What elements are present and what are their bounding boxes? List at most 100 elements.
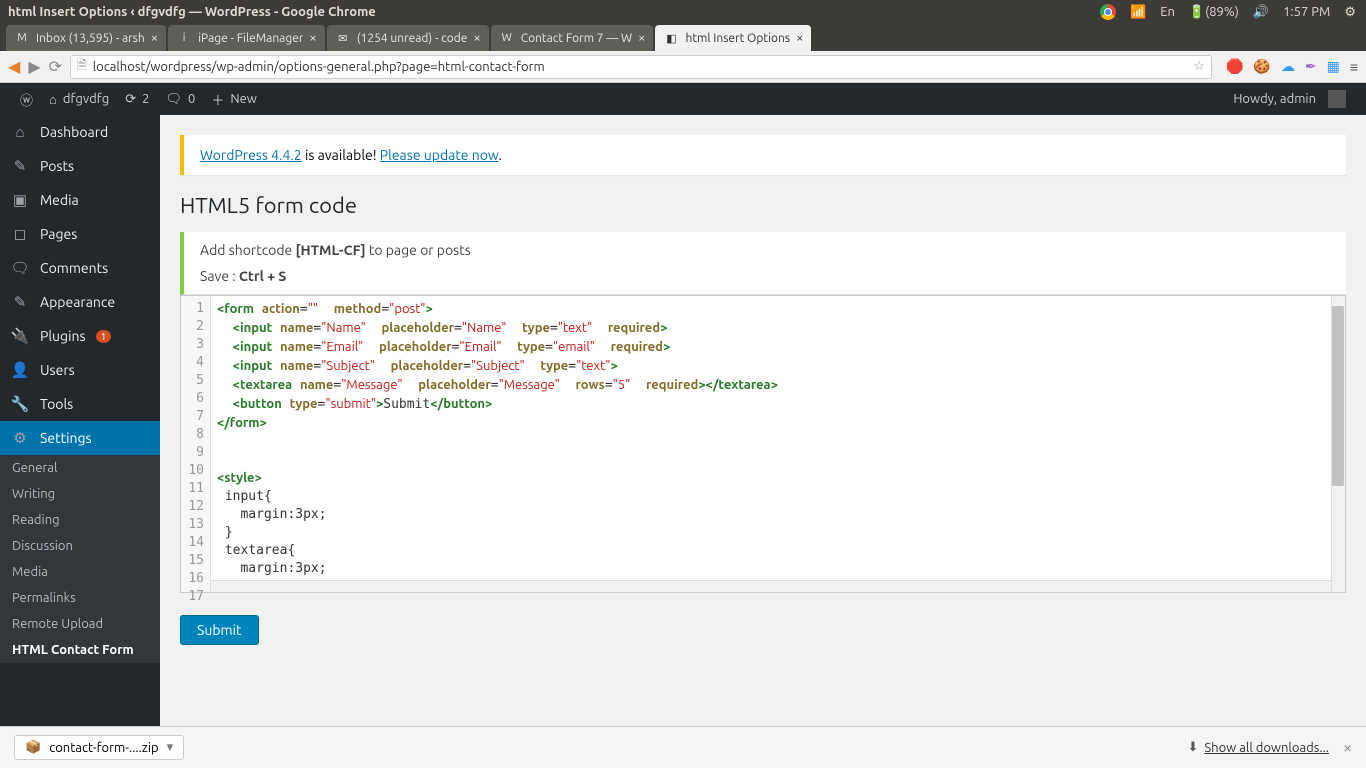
favicon-icon: W [499, 30, 515, 46]
sidebar-item-comments[interactable]: 🗨Comments [0, 251, 160, 285]
gear-icon[interactable]: ⚙ [1344, 0, 1356, 24]
sidebar-item-label: Media [40, 192, 79, 208]
sidebar-item-label: Appearance [40, 294, 115, 310]
chrome-toolbar: ◀ ▶ ⟳ 🗎 localhost/wordpress/wp-admin/opt… [0, 51, 1366, 83]
update-notice: WordPress 4.4.2 is available! Please upd… [180, 135, 1346, 175]
download-filename: contact-form-....zip [49, 741, 158, 755]
submenu-item[interactable]: Reading [0, 507, 160, 533]
tab-label: Contact Form 7 — W [521, 32, 632, 45]
line-gutter: 1 2 3 4 5 6 7 8 9 10 11 12 13 14 15 16 1… [181, 296, 211, 592]
comments-link[interactable]: 🗨 0 [157, 92, 203, 107]
tab-label: iPage - FileManager [198, 32, 303, 45]
zip-icon: 📦 [25, 740, 41, 755]
tab-label: html Insert Options [685, 32, 790, 45]
settings-icon: ⚙ [10, 429, 30, 447]
download-item[interactable]: 📦 contact-form-....zip ▾ [14, 735, 184, 760]
feather-icon[interactable]: ✒ [1305, 58, 1317, 75]
new-content[interactable]: ＋ New [203, 90, 265, 109]
vertical-scrollbar[interactable] [1331, 296, 1345, 592]
favicon-icon: M [14, 30, 30, 46]
sidebar-item-label: Posts [40, 158, 74, 174]
battery-indicator[interactable]: 🔋 (89%) [1189, 0, 1239, 24]
clock[interactable]: 1:57 PM [1283, 0, 1330, 24]
sidebar-item-plugins[interactable]: 🔌Plugins 1 [0, 319, 160, 353]
submit-button[interactable]: Submit [180, 615, 259, 645]
wifi-icon[interactable]: 📶 [1130, 0, 1146, 24]
chrome-indicator-icon[interactable] [1100, 0, 1116, 24]
close-tab-icon[interactable]: × [638, 31, 645, 45]
submenu-item[interactable]: Media [0, 559, 160, 585]
sidebar-item-label: Users [40, 362, 75, 378]
chrome-menu-icon[interactable]: ≡ [1350, 59, 1358, 75]
sidebar-item-label: Dashboard [40, 124, 108, 140]
address-bar[interactable]: 🗎 localhost/wordpress/wp-admin/options-g… [70, 55, 1212, 79]
cookie-icon[interactable]: 🍪 [1253, 58, 1270, 75]
extension-icon[interactable]: ▦ [1327, 58, 1340, 75]
ubuntu-top-bar: html Insert Options ‹ dfgvdfg — WordPres… [0, 0, 1366, 24]
back-button[interactable]: ◀ [8, 57, 20, 76]
submenu-item[interactable]: Remote Upload [0, 611, 160, 637]
url-text: localhost/wordpress/wp-admin/options-gen… [93, 60, 545, 74]
favicon-icon: ◧ [663, 30, 679, 46]
close-tab-icon[interactable]: × [309, 31, 316, 45]
download-arrow-icon: ⬇ [1187, 740, 1198, 755]
admin-content: WordPress 4.4.2 is available! Please upd… [160, 115, 1366, 726]
posts-icon: ✎ [10, 157, 30, 175]
page-icon: 🗎 [77, 56, 87, 77]
browser-tab[interactable]: ✉ (1254 unread) - code × [327, 25, 489, 51]
sidebar-item-dashboard[interactable]: ⌂ Dashboard [0, 115, 160, 149]
sidebar-item-label: Plugins [40, 328, 86, 344]
close-tab-icon[interactable]: × [796, 31, 803, 45]
admin-sidebar: ⌂ Dashboard ✎ Posts ▣Media◻Pages🗨Comments ✎ Ap… [0, 115, 160, 726]
forward-button[interactable]: ▶ [28, 57, 40, 76]
account-menu[interactable]: Howdy, admin [1225, 90, 1354, 108]
bookmark-star-icon[interactable]: ☆ [1193, 59, 1205, 74]
chrome-tab-strip: MInbox (13,595) - arsh× i iPage - FileMana… [0, 24, 1366, 51]
appearance-icon: ✎ [10, 293, 30, 311]
wp-version-link[interactable]: WordPress 4.4.2 [200, 147, 302, 163]
show-all-downloads-link[interactable]: Show all downloads... [1204, 741, 1329, 755]
chevron-down-icon[interactable]: ▾ [167, 740, 174, 755]
sidebar-item-users[interactable]: 👤 Users [0, 353, 160, 387]
adblock-icon[interactable]: 🛑 [1226, 58, 1243, 75]
sidebar-item-appearance[interactable]: ✎ Appearance [0, 285, 160, 319]
favicon-icon: i [176, 30, 192, 46]
browser-tab[interactable]: ◧ html Insert Options × [655, 25, 811, 51]
horizontal-scrollbar[interactable] [211, 580, 1331, 592]
submenu-item[interactable]: Permalinks [0, 585, 160, 611]
browser-tab[interactable]: i iPage - FileManager × [168, 25, 325, 51]
close-shelf-button[interactable]: × [1343, 739, 1352, 757]
favicon-icon: ✉ [335, 30, 351, 46]
dashboard-icon: ⌂ [10, 123, 30, 141]
site-name[interactable]: ⌂ dfgvdfg [41, 92, 117, 107]
wp-logo[interactable]: ⓦ [12, 90, 41, 109]
close-tab-icon[interactable]: × [473, 31, 480, 45]
browser-tab[interactable]: W Contact Form 7 — W × [491, 25, 654, 51]
tab-label: (1254 unread) - code [357, 32, 468, 45]
users-icon: 👤 [10, 361, 30, 379]
please-update-link[interactable]: Please update now [380, 147, 499, 163]
code-area[interactable]: <form action="" method="post"> <input na… [211, 296, 1345, 592]
volume-icon[interactable]: 🔊 [1253, 0, 1269, 24]
sidebar-item-tools[interactable]: 🔧Tools [0, 387, 160, 421]
shortcode-info-box: Add shortcode [HTML-CF] to page or posts… [180, 232, 1346, 295]
code-editor[interactable]: 1 2 3 4 5 6 7 8 9 10 11 12 13 14 15 16 1… [180, 295, 1346, 593]
system-tray: 📶 En 🔋 (89%) 🔊 1:57 PM ⚙ [1100, 0, 1366, 24]
reload-button[interactable]: ⟳ [49, 57, 62, 76]
close-tab-icon[interactable]: × [151, 31, 158, 45]
sidebar-item-label: Settings [40, 430, 92, 446]
sidebar-item-label: Pages [40, 226, 77, 242]
sidebar-item-label: Comments [40, 260, 108, 276]
updates-link[interactable]: ⟳ 2 [117, 92, 157, 107]
sidebar-item-pages[interactable]: ◻Pages [0, 217, 160, 251]
submenu-item[interactable]: General [0, 455, 160, 481]
submenu-item[interactable]: Discussion [0, 533, 160, 559]
sidebar-item-settings[interactable]: ⚙ Settings [0, 421, 160, 455]
browser-tab[interactable]: MInbox (13,595) - arsh× [6, 25, 166, 51]
sidebar-item-media[interactable]: ▣Media [0, 183, 160, 217]
cloud-icon[interactable]: ☁ [1281, 58, 1295, 75]
submenu-item[interactable]: Writing [0, 481, 160, 507]
sidebar-item-posts[interactable]: ✎ Posts [0, 149, 160, 183]
language-indicator[interactable]: En [1160, 0, 1175, 24]
submenu-item[interactable]: HTML Contact Form [0, 637, 160, 663]
